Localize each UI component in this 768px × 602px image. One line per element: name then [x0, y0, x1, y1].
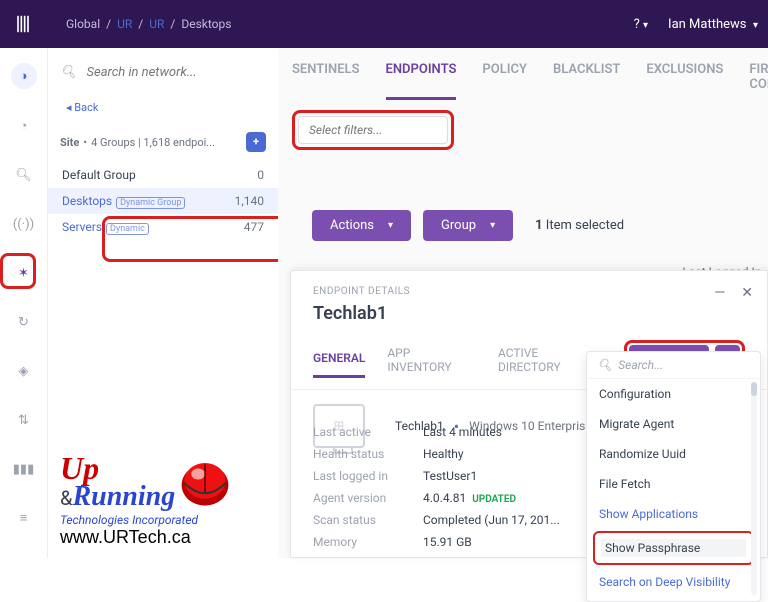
- tab-exclusions[interactable]: EXCLUSIONS: [646, 62, 723, 92]
- actions-dropdown-button[interactable]: Actions▾: [312, 210, 411, 241]
- tab-firewall[interactable]: FIREWALL CONTROL: [749, 62, 768, 92]
- user-menu[interactable]: Ian Matthews ▾: [668, 17, 758, 32]
- help-menu[interactable]: ? ▾: [634, 17, 648, 32]
- tab-blacklist[interactable]: BLACKLIST: [553, 62, 620, 92]
- breadcrumb-ur1[interactable]: UR: [117, 17, 132, 31]
- tab-policy[interactable]: POLICY: [482, 62, 527, 92]
- dd-show-passphrase[interactable]: Show Passphrase: [601, 539, 746, 557]
- rail-bars-icon[interactable]: ▮▮▮: [12, 457, 36, 481]
- dropdown-search[interactable]: Search...: [618, 358, 663, 372]
- rail-dashboard-icon[interactable]: ◑: [11, 63, 37, 89]
- endpoint-details-panel: ENDPOINT DETAILS — ✕ Techlab1 GENERAL AP…: [290, 270, 768, 558]
- search-icon: 🔍︎: [60, 65, 77, 80]
- panel-tab-general[interactable]: GENERAL: [313, 351, 365, 378]
- selection-count: 1 Item selected: [535, 218, 624, 233]
- rail-diamond-icon[interactable]: ◈: [12, 359, 36, 383]
- rail-search-icon[interactable]: 🔍︎: [12, 163, 36, 187]
- dd-migrate-agent[interactable]: Migrate Agent: [587, 409, 760, 439]
- left-rail: ◑ ◔ 🔍︎ ((·)) ✶ ↻ ◈ ⇅ ▮▮▮ ≡: [0, 48, 48, 558]
- highlight-box: [0, 253, 36, 289]
- watermark: Up &Running Technologies Incorporated ww…: [60, 450, 198, 548]
- breadcrumb-ur2[interactable]: UR: [149, 17, 164, 31]
- group-servers[interactable]: ServersDynamic 477: [48, 214, 278, 240]
- rail-activity-icon[interactable]: ↻: [12, 310, 36, 334]
- add-group-button[interactable]: +: [246, 132, 266, 152]
- tab-endpoints[interactable]: ENDPOINTS: [386, 62, 457, 92]
- highlight-box: [292, 110, 454, 150]
- dropdown-scroll-thumb[interactable]: [751, 382, 757, 396]
- brand-logo-icon: [10, 11, 36, 37]
- panel-overline: ENDPOINT DETAILS: [313, 286, 410, 297]
- filter-input[interactable]: [298, 116, 448, 144]
- highlight-box: Show Passphrase: [593, 531, 754, 565]
- dd-search-deep-visibility[interactable]: Search on Deep Visibility: [587, 567, 760, 597]
- group-dropdown-button[interactable]: Group▾: [423, 210, 513, 241]
- dropdown-scrollbar[interactable]: [751, 382, 757, 595]
- rail-gauge-icon[interactable]: ◔: [12, 114, 36, 138]
- rail-sliders-icon[interactable]: ≡: [12, 506, 36, 530]
- network-search-input[interactable]: [85, 64, 254, 81]
- back-link[interactable]: ◂ Back: [48, 87, 278, 122]
- rail-sync-icon[interactable]: ⇅: [12, 408, 36, 432]
- group-desktops[interactable]: DesktopsDynamic Group 1,140: [48, 188, 278, 214]
- panel-minimize-icon[interactable]: —: [714, 285, 725, 301]
- details-keyvalues: Last activeLast 4 minutes Health statusH…: [313, 421, 567, 553]
- group-default[interactable]: Default Group 0: [48, 162, 278, 188]
- breadcrumb: Global / UR / UR / Desktops: [66, 17, 231, 31]
- breadcrumb-current: Desktops: [181, 17, 231, 31]
- panel-tab-app-inventory[interactable]: APP INVENTORY: [387, 346, 476, 384]
- dd-show-applications[interactable]: Show Applications: [587, 499, 760, 529]
- site-meta: 4 Groups | 1,618 endpoi...: [91, 136, 215, 149]
- dd-configuration[interactable]: Configuration: [587, 379, 760, 409]
- dd-file-fetch[interactable]: File Fetch: [587, 469, 760, 499]
- tab-sentinels[interactable]: SENTINELS: [292, 62, 360, 92]
- search-icon: 🔍︎: [597, 358, 612, 372]
- mouse-icon: [170, 452, 240, 507]
- rail-signal-icon[interactable]: ((·)): [12, 212, 36, 236]
- site-label: Site: [60, 136, 79, 149]
- panel-close-icon[interactable]: ✕: [741, 285, 753, 301]
- actions-dropdown-menu: 🔍︎Search... Configuration Migrate Agent …: [586, 351, 761, 602]
- breadcrumb-global[interactable]: Global: [66, 17, 100, 31]
- panel-title: Techlab1: [291, 301, 767, 334]
- dd-randomize-uuid[interactable]: Randomize Uuid: [587, 439, 760, 469]
